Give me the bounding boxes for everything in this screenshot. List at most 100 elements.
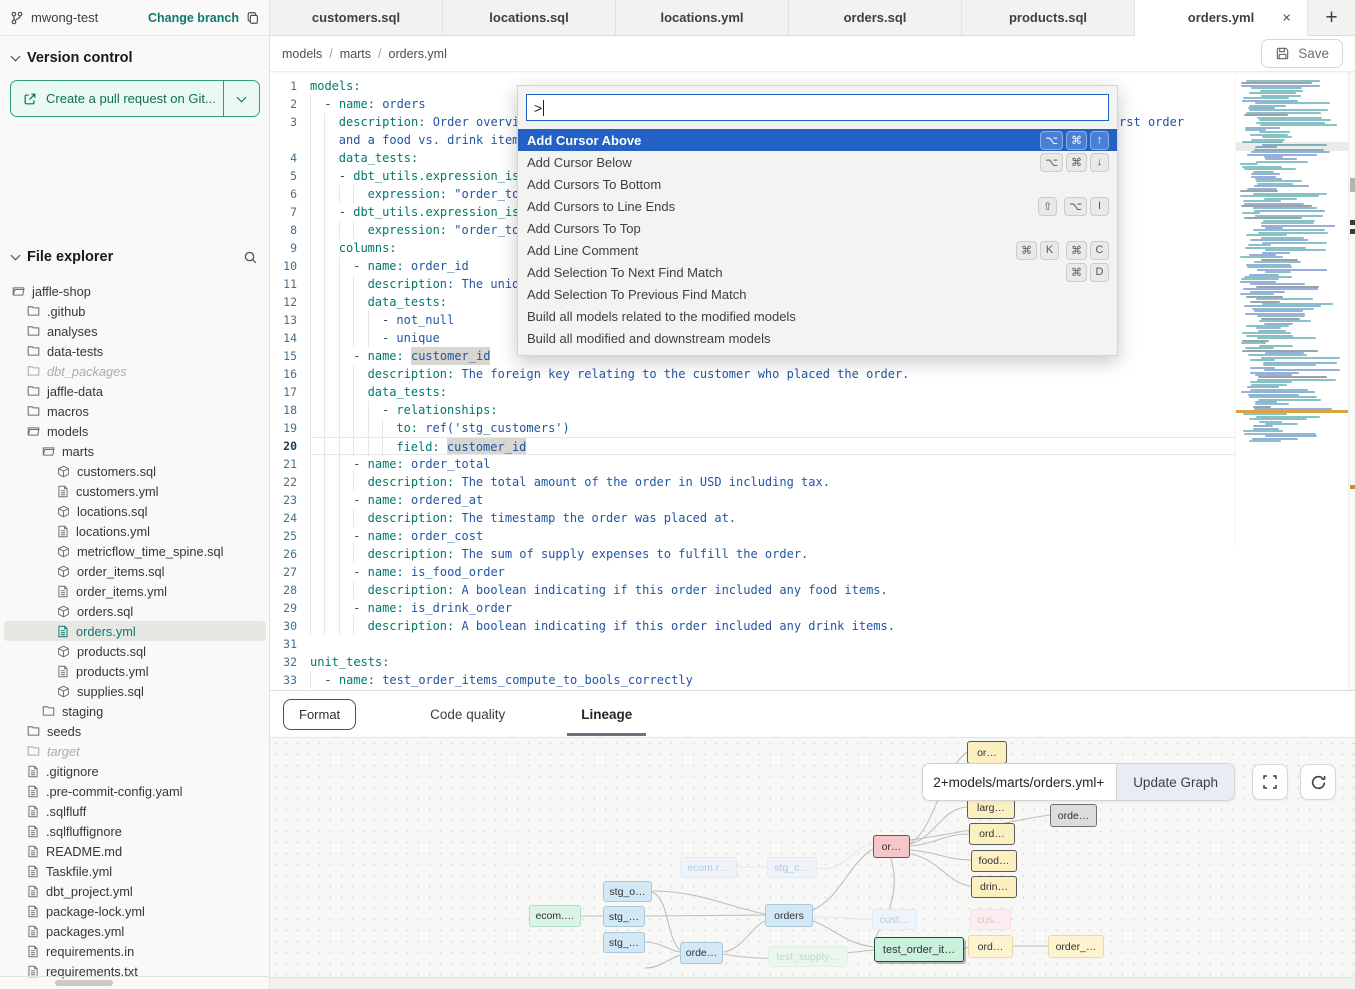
- file-tree-item-requirements.in[interactable]: requirements.in: [4, 941, 266, 961]
- code-line[interactable]: 27- name: is_food_order: [270, 563, 1355, 581]
- lineage-node-ecom.[interactable]: ecom.…: [529, 905, 581, 927]
- file-tree-item-models[interactable]: models: [4, 421, 266, 441]
- file-tree-item-macros[interactable]: macros: [4, 401, 266, 421]
- breadcrumb-item[interactable]: marts: [340, 47, 371, 61]
- file-tree-item-.github[interactable]: .github: [4, 301, 266, 321]
- lineage-node-order_[interactable]: order_…: [1048, 935, 1104, 958]
- tab-orders.yml[interactable]: orders.yml×: [1135, 0, 1308, 36]
- file-tree-item-.sqlfluff[interactable]: .sqlfluff: [4, 801, 266, 821]
- fullscreen-icon[interactable]: [1252, 764, 1288, 800]
- file-tree-item-customers.yml[interactable]: customers.yml: [4, 481, 266, 501]
- file-tree-item-marts[interactable]: marts: [4, 441, 266, 461]
- command-item[interactable]: Add Cursors to Line Ends⇧⌥I: [518, 195, 1117, 217]
- lineage-node-stg_c[interactable]: stg_c…: [767, 857, 817, 878]
- file-tree-item-orders.sql[interactable]: orders.sql: [4, 601, 266, 621]
- lineage-node-ecom.r[interactable]: ecom.r…: [680, 857, 737, 878]
- code-line[interactable]: 24description: The timestamp the order w…: [270, 509, 1355, 527]
- lineage-node-or[interactable]: or…: [873, 835, 910, 858]
- file-tree-item-analyses[interactable]: analyses: [4, 321, 266, 341]
- file-tree-item-package-lock.yml[interactable]: package-lock.yml: [4, 901, 266, 921]
- file-tree-item-.sqlfluffignore[interactable]: .sqlfluffignore: [4, 821, 266, 841]
- lineage-node-cus[interactable]: cus…: [970, 909, 1011, 930]
- lineage-node-orde[interactable]: orde…: [1050, 804, 1097, 827]
- file-tree-item-jaffle-shop[interactable]: jaffle-shop: [4, 281, 266, 301]
- file-tree-item-Taskfile.yml[interactable]: Taskfile.yml: [4, 861, 266, 881]
- lineage-node-stg_o[interactable]: stg_o…: [603, 881, 652, 902]
- bottom-tab-lineage[interactable]: Lineage: [579, 693, 634, 736]
- lineage-node-orde[interactable]: orde…: [680, 942, 723, 964]
- code-line[interactable]: 25- name: order_cost: [270, 527, 1355, 545]
- file-tree-item-customers.sql[interactable]: customers.sql: [4, 461, 266, 481]
- command-item[interactable]: Build all modified and downstream models: [518, 327, 1117, 349]
- tab-orders.sql[interactable]: orders.sql: [789, 0, 962, 35]
- command-item[interactable]: Add Line Comment⌘K⌘C: [518, 239, 1117, 261]
- command-item[interactable]: Add Selection To Next Find Match⌘D: [518, 261, 1117, 283]
- file-explorer-header[interactable]: File explorer: [0, 237, 270, 273]
- code-line[interactable]: 23- name: ordered_at: [270, 491, 1355, 509]
- code-line[interactable]: 16description: The foreign key relating …: [270, 365, 1355, 383]
- file-tree-item-data-tests[interactable]: data-tests: [4, 341, 266, 361]
- update-graph-button[interactable]: Update Graph: [1116, 764, 1234, 800]
- breadcrumb-item[interactable]: orders.yml: [389, 47, 447, 61]
- file-tree-item-products.sql[interactable]: products.sql: [4, 641, 266, 661]
- tab-locations.sql[interactable]: locations.sql: [443, 0, 616, 35]
- lineage-selector-input[interactable]: [923, 764, 1116, 800]
- lineage-canvas[interactable]: or…larg…ord…orde…or…food…drin…ecom.r…stg…: [270, 737, 1355, 977]
- lineage-node-ord[interactable]: ord…: [969, 823, 1015, 845]
- code-line[interactable]: 30description: A boolean indicating if t…: [270, 617, 1355, 635]
- file-tree-item-staging[interactable]: staging: [4, 701, 266, 721]
- file-tree-item-metricflow_time_spine.sql[interactable]: metricflow_time_spine.sql: [4, 541, 266, 561]
- search-icon[interactable]: [243, 250, 258, 265]
- file-tree-item-locations.sql[interactable]: locations.sql: [4, 501, 266, 521]
- refresh-icon[interactable]: [1300, 764, 1336, 800]
- lineage-node-orders[interactable]: orders: [765, 904, 813, 927]
- tab-customers.sql[interactable]: customers.sql: [270, 0, 443, 35]
- file-tree-item-orders.yml[interactable]: orders.yml: [4, 621, 266, 641]
- code-line[interactable]: 19to: ref('stg_customers'): [270, 419, 1355, 437]
- code-line[interactable]: 32unit_tests:: [270, 653, 1355, 671]
- command-item[interactable]: Build all models related to the modified…: [518, 305, 1117, 327]
- command-item[interactable]: Add Cursor Below⌥⌘↓: [518, 151, 1117, 173]
- sidebar-horizontal-scrollbar[interactable]: [55, 980, 113, 986]
- code-line[interactable]: 20field: customer_id: [270, 437, 1355, 455]
- minimap[interactable]: [1235, 76, 1348, 546]
- bottom-tab-code-quality[interactable]: Code quality: [428, 693, 507, 736]
- tab-locations.yml[interactable]: locations.yml: [616, 0, 789, 35]
- file-tree-item-target[interactable]: target: [4, 741, 266, 761]
- file-tree-item-supplies.sql[interactable]: supplies.sql: [4, 681, 266, 701]
- file-tree-item-locations.yml[interactable]: locations.yml: [4, 521, 266, 541]
- file-tree-item-README.md[interactable]: README.md: [4, 841, 266, 861]
- lineage-node-ord[interactable]: ord…: [968, 935, 1013, 958]
- file-tree-item-dbt_project.yml[interactable]: dbt_project.yml: [4, 881, 266, 901]
- file-tree-item-.gitignore[interactable]: .gitignore: [4, 761, 266, 781]
- save-button[interactable]: Save: [1261, 39, 1343, 68]
- format-button[interactable]: Format: [283, 699, 356, 730]
- tab-products.sql[interactable]: products.sql: [962, 0, 1135, 35]
- lineage-node-cust[interactable]: cust…: [872, 909, 917, 930]
- change-branch-link[interactable]: Change branch: [148, 11, 239, 25]
- file-tree-item-dbt_packages[interactable]: dbt_packages: [4, 361, 266, 381]
- code-line[interactable]: 26description: The sum of supply expense…: [270, 545, 1355, 563]
- close-icon[interactable]: ×: [1282, 9, 1291, 26]
- lineage-node-drin[interactable]: drin…: [971, 876, 1017, 898]
- create-pr-button[interactable]: Create a pull request on Git...: [11, 81, 223, 116]
- file-tree-item-.pre-commit-config.yaml[interactable]: .pre-commit-config.yaml: [4, 781, 266, 801]
- lineage-node-test_supply[interactable]: test_supply…: [768, 946, 848, 967]
- command-item[interactable]: Add Selection To Previous Find Match: [518, 283, 1117, 305]
- breadcrumb-item[interactable]: models: [282, 47, 322, 61]
- file-tree-item-seeds[interactable]: seeds: [4, 721, 266, 741]
- file-tree-item-packages.yml[interactable]: packages.yml: [4, 921, 266, 941]
- code-line[interactable]: 29- name: is_drink_order: [270, 599, 1355, 617]
- lineage-node-stg_[interactable]: stg_…: [603, 906, 645, 927]
- create-pr-dropdown[interactable]: [223, 81, 259, 116]
- code-line[interactable]: 31: [270, 635, 1355, 653]
- file-tree-item-order_items.yml[interactable]: order_items.yml: [4, 581, 266, 601]
- command-item[interactable]: Add Cursors To Top: [518, 217, 1117, 239]
- copy-icon[interactable]: [246, 11, 260, 25]
- file-tree-item-requirements.txt[interactable]: requirements.txt: [4, 961, 266, 981]
- lineage-node-test_order_it[interactable]: test_order_it…: [874, 937, 964, 962]
- lineage-node-food[interactable]: food…: [971, 850, 1017, 872]
- code-line[interactable]: 33- name: test_order_items_compute_to_bo…: [270, 671, 1355, 689]
- code-line[interactable]: 17data_tests:: [270, 383, 1355, 401]
- file-tree-item-order_items.sql[interactable]: order_items.sql: [4, 561, 266, 581]
